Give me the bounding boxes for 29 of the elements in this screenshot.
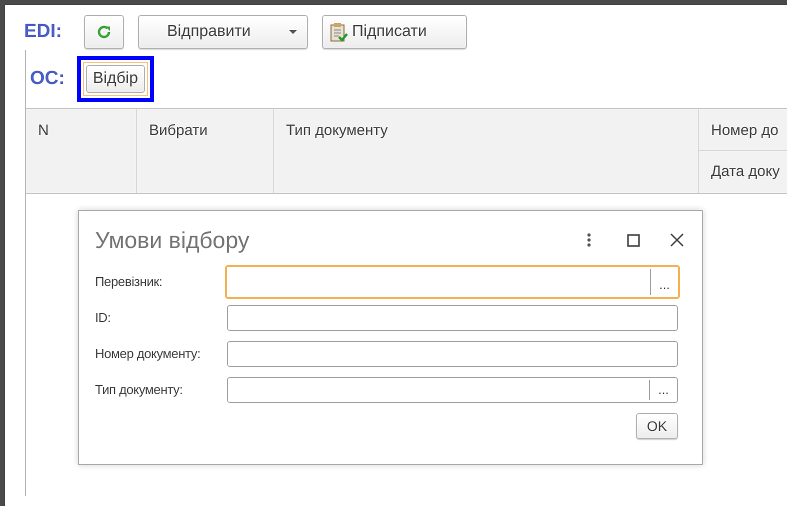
sign-button[interactable]: Підписати (322, 15, 467, 49)
field-label: Перевізник: (95, 273, 164, 292)
field-label: Номер документу: (95, 345, 202, 364)
clipboard-check-icon (330, 22, 348, 42)
column-header[interactable]: Вибрати (137, 109, 273, 151)
input-field[interactable]: ... (225, 265, 680, 299)
column-header[interactable]: N (26, 109, 136, 151)
input-field[interactable] (227, 341, 678, 367)
send-dropdown-button[interactable]: Відправити (138, 15, 308, 49)
input-field[interactable] (227, 305, 678, 331)
dialog-title: Умови відбору (95, 226, 250, 255)
refresh-button[interactable] (84, 15, 124, 49)
field-label: ID: (95, 309, 112, 328)
section-label: ОС: (30, 66, 65, 91)
maximize-icon[interactable] (627, 234, 640, 246)
section-label: EDI: (24, 20, 62, 44)
more-icon[interactable] (587, 233, 591, 247)
choose-button[interactable]: ... (649, 380, 677, 400)
column-header[interactable]: Дата доку (699, 151, 787, 193)
filter-button[interactable]: Відбір (86, 65, 146, 93)
close-icon[interactable] (670, 233, 684, 247)
input-field[interactable]: ... (227, 377, 678, 403)
ok-button[interactable]: OK (636, 413, 678, 439)
choose-button[interactable]: ... (650, 269, 678, 295)
column-header[interactable]: Номер до (699, 109, 787, 151)
column-header[interactable]: Тип документу (274, 109, 698, 151)
field-label: Тип документу: (95, 381, 184, 400)
refresh-icon (96, 24, 112, 40)
caret-icon (289, 30, 297, 34)
